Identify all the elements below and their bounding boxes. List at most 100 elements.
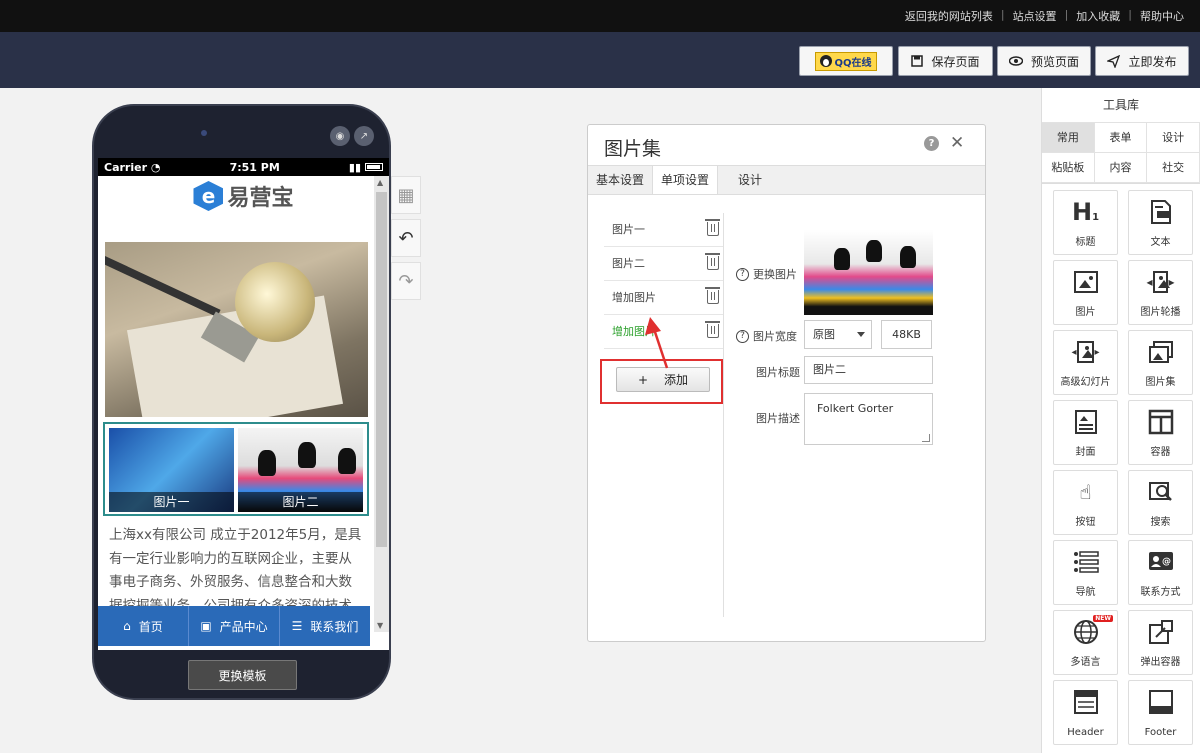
nav-products[interactable]: ▣ 产品中心 xyxy=(189,606,280,646)
scroll-thumb[interactable] xyxy=(376,192,387,547)
contact-icon: @ xyxy=(1147,549,1175,575)
logo-name: 易营宝 xyxy=(227,186,294,211)
scroll-up-icon[interactable]: ▲ xyxy=(377,178,383,187)
image-desc-textarea[interactable]: Folkert Gorter xyxy=(804,393,933,445)
carrier-label: Carrier ◔ xyxy=(104,160,161,174)
battery-icon: ▮▮ xyxy=(349,161,383,174)
scroll-down-icon[interactable]: ▼ xyxy=(377,621,383,630)
chevron-down-icon xyxy=(857,332,865,337)
nav-icon xyxy=(1072,549,1100,575)
gallery-item[interactable]: 图片一 xyxy=(109,428,234,512)
tool-grid: H1 标题 文本 图片 ◂ ▸ 图片轮播 ◂ ▸ 高级幻灯片 图片集 封面 容器… xyxy=(1053,190,1193,745)
tool-slideshow[interactable]: ◂ ▸ 高级幻灯片 xyxy=(1053,330,1118,395)
link-help-center[interactable]: 帮助中心 xyxy=(1134,8,1190,24)
link-add-favorite[interactable]: 加入收藏 xyxy=(1070,8,1126,24)
layout-icon[interactable]: ▦ xyxy=(391,176,421,214)
header-icon xyxy=(1072,689,1100,715)
chart-icon[interactable]: ↗ xyxy=(354,126,374,146)
tool-gallery[interactable]: 图片集 xyxy=(1128,330,1193,395)
image-width-label: ? 图片宽度 xyxy=(736,328,797,344)
top-bar: 返回我的网站列表 | 站点设置 | 加入收藏 | 帮助中心 xyxy=(0,0,1200,32)
gallery-settings-panel: 图片集 ? ✕ 基本设置 单项设置 设计 图片一 图片二 增加图片 增加图片 +… xyxy=(587,124,986,642)
tool-contact[interactable]: @ 联系方式 xyxy=(1128,540,1193,605)
preview-page-button[interactable]: 预览页面 xyxy=(997,46,1091,76)
tool-multilang[interactable]: NEW 多语言 xyxy=(1053,610,1118,675)
home-icon: ⌂ xyxy=(123,619,131,633)
tool-button[interactable]: ☝ 按钮 xyxy=(1053,470,1118,535)
tool-footer[interactable]: Footer xyxy=(1128,680,1193,745)
redo-icon[interactable]: ↷ xyxy=(391,262,421,300)
link-back-to-sites[interactable]: 返回我的网站列表 xyxy=(899,8,999,24)
search-icon xyxy=(1147,479,1175,505)
tool-popup[interactable]: 弹出容器 xyxy=(1128,610,1193,675)
separator: | xyxy=(1128,8,1132,21)
tab-social[interactable]: 社交 xyxy=(1147,153,1200,183)
lightbulb-image xyxy=(235,262,315,342)
image-title-input[interactable]: 图片二 xyxy=(804,356,933,384)
replace-image-label: ? 更换图片 xyxy=(736,266,797,282)
nav-home[interactable]: ⌂ 首页 xyxy=(98,606,189,646)
resize-grip-icon[interactable] xyxy=(922,434,930,442)
tool-image[interactable]: 图片 xyxy=(1053,260,1118,325)
popup-icon xyxy=(1147,619,1175,645)
tool-carousel[interactable]: ◂ ▸ 图片轮播 xyxy=(1128,260,1193,325)
gallery-item[interactable]: 图片二 xyxy=(238,428,363,512)
toolbox: 工具库 常用 表单 设计 粘贴板 内容 社交 H1 标题 文本 图片 ◂ ▸ 图片… xyxy=(1041,88,1200,753)
tool-container[interactable]: 容器 xyxy=(1128,400,1193,465)
toolbox-title: 工具库 xyxy=(1042,88,1200,123)
qq-label: QQ在线 xyxy=(834,57,872,69)
footer-icon xyxy=(1147,689,1175,715)
tab-content[interactable]: 内容 xyxy=(1094,153,1148,183)
tool-heading[interactable]: H1 标题 xyxy=(1053,190,1118,255)
preview-page-label: 预览页面 xyxy=(1030,54,1079,69)
tab-common[interactable]: 常用 xyxy=(1042,123,1095,153)
button-icon: ☝ xyxy=(1079,480,1092,504)
nav-contact[interactable]: ☰ 联系我们 xyxy=(280,606,370,646)
slideshow-icon: ◂ ▸ xyxy=(1072,339,1100,365)
wechat-icon[interactable]: ◉ xyxy=(330,126,350,146)
phone-camera xyxy=(201,130,207,136)
tool-cover[interactable]: 封面 xyxy=(1053,400,1118,465)
image-title-label: 图片标题 xyxy=(756,366,800,379)
separator: | xyxy=(1000,8,1005,21)
phone-preview: ◉ ↗ Carrier ◔ 7:51 PM ▮▮ e 易营宝 图片一 图片二 上… xyxy=(92,104,391,700)
qq-badge: QQ在线 xyxy=(815,51,877,71)
change-template-button[interactable]: 更换模板 xyxy=(188,660,297,690)
image-gallery[interactable]: 图片一 图片二 xyxy=(103,422,369,516)
tool-text[interactable]: 文本 xyxy=(1128,190,1193,255)
qq-online-button[interactable]: QQ在线 xyxy=(799,46,893,76)
send-icon xyxy=(1107,54,1121,68)
list-icon: ☰ xyxy=(291,619,303,633)
tab-clipboard[interactable]: 粘贴板 xyxy=(1042,153,1095,183)
status-time: 7:51 PM xyxy=(229,160,280,174)
site-logo: e 易营宝 xyxy=(98,176,389,216)
phone-scrollbar[interactable]: ▲ ▼ xyxy=(374,176,389,632)
save-page-button[interactable]: 保存页面 xyxy=(898,46,993,76)
help-icon[interactable]: ? xyxy=(736,267,749,281)
link-site-settings[interactable]: 站点设置 xyxy=(1007,8,1063,24)
tab-design[interactable]: 设计 xyxy=(1147,123,1200,153)
bottom-nav: ⌂ 首页 ▣ 产品中心 ☰ 联系我们 xyxy=(98,606,370,646)
gallery-caption: 图片一 xyxy=(109,492,234,512)
carousel-icon: ◂ ▸ xyxy=(1147,269,1175,295)
container-icon xyxy=(1147,409,1175,435)
tool-nav[interactable]: 导航 xyxy=(1053,540,1118,605)
image-thumbnail[interactable] xyxy=(804,230,933,315)
company-intro-text: 上海xx有限公司 成立于2012年5月，是具有一定行业影响力的互联网企业，主要从… xyxy=(109,527,362,614)
publish-button[interactable]: 立即发布 xyxy=(1095,46,1189,76)
hero-image[interactable] xyxy=(105,242,368,417)
gallery-icon xyxy=(1147,339,1175,365)
image-width-select[interactable]: 原图 xyxy=(804,320,872,349)
status-bar: Carrier ◔ 7:51 PM ▮▮ xyxy=(98,158,389,176)
separator: | xyxy=(1064,8,1069,21)
help-icon[interactable]: ? xyxy=(736,329,749,343)
globe-icon xyxy=(1072,619,1100,645)
tab-form[interactable]: 表单 xyxy=(1094,123,1148,153)
save-page-label: 保存页面 xyxy=(931,54,980,69)
editor-header: QQ在线 保存页面 预览页面 立即发布 xyxy=(0,32,1200,88)
product-icon: ▣ xyxy=(200,619,212,633)
tool-search[interactable]: 搜索 xyxy=(1128,470,1193,535)
undo-icon[interactable]: ↶ xyxy=(391,219,421,257)
logo-mark-icon: e xyxy=(193,181,224,211)
tool-header[interactable]: Header xyxy=(1053,680,1118,745)
